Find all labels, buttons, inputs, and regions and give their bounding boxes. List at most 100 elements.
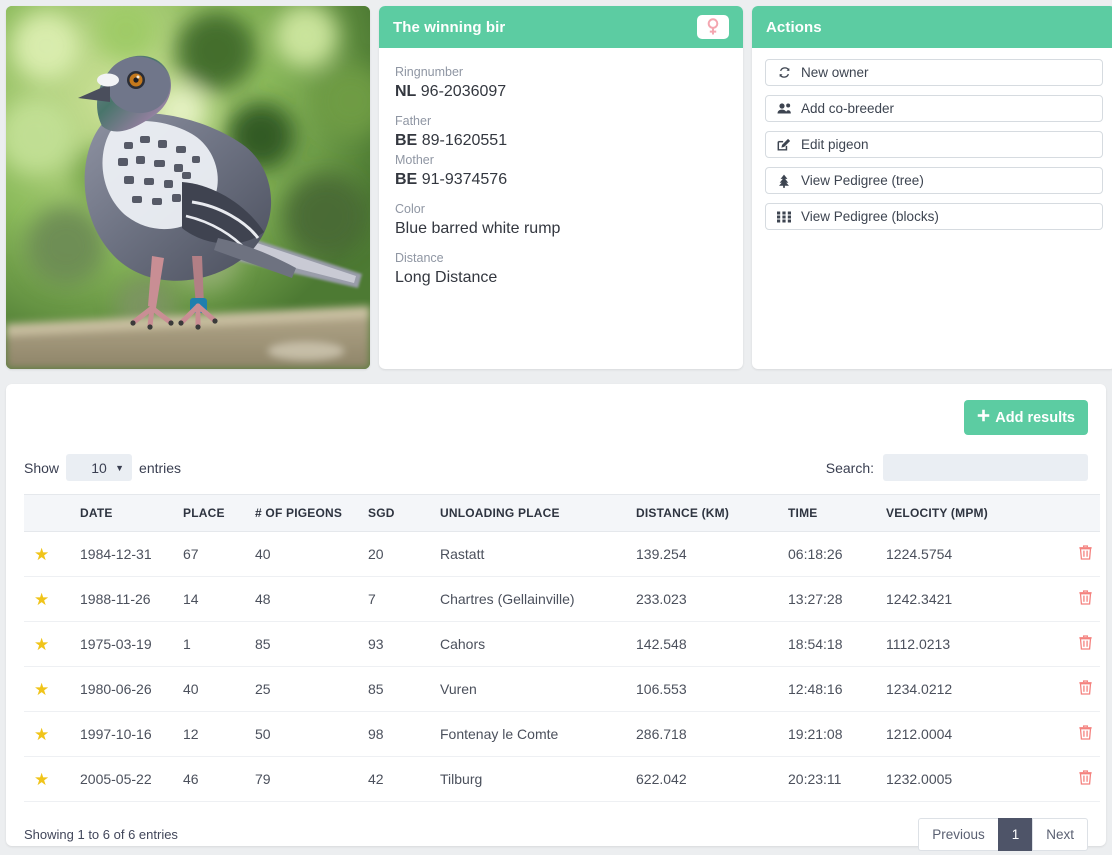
star-icon[interactable]: ★ [34, 590, 49, 609]
cell-time: 13:27:28 [788, 576, 886, 622]
cell-sgd: 85 [368, 666, 440, 712]
search-label: Search: [825, 459, 874, 476]
view-pedigree-blocks-button[interactable]: View Pedigree (blocks) [765, 203, 1103, 230]
pigeon-photo [6, 6, 370, 369]
cell-delete[interactable] [1046, 756, 1100, 802]
cell-sgd: 20 [368, 531, 440, 577]
cell-pigeons: 50 [255, 711, 368, 757]
col-unloading[interactable]: UNLOADING PLACE [440, 494, 636, 532]
cell-velocity: 1224.5754 [886, 531, 1046, 577]
cell-star[interactable]: ★ [24, 666, 80, 712]
results-table: DATE PLACE # OF PIGEONS SGD UNLOADING PL… [24, 494, 1100, 802]
table-row: ★ 1975-03-19 1 85 93 Cahors 142.548 18:5… [24, 621, 1100, 667]
search-input[interactable] [883, 454, 1088, 481]
col-pigeons[interactable]: # OF PIGEONS [255, 494, 368, 532]
cell-distance: 286.718 [636, 711, 788, 757]
cell-unloading: Rastatt [440, 531, 636, 577]
cell-velocity: 1242.3421 [886, 576, 1046, 622]
new-owner-button[interactable]: New owner [765, 59, 1103, 86]
action-label: Edit pigeon [801, 137, 869, 152]
star-icon[interactable]: ★ [34, 725, 49, 744]
pagination-page-1[interactable]: 1 [997, 818, 1033, 851]
cell-date: 1988-11-26 [80, 576, 183, 622]
cell-place: 67 [183, 531, 255, 577]
cell-star[interactable]: ★ [24, 576, 80, 622]
trash-icon[interactable] [1079, 545, 1092, 563]
actions-header: Actions [752, 6, 1112, 48]
grid-icon [776, 211, 792, 223]
pigeon-detail-body: Ringnumber NL 96-2036097 Father BE 89-16… [379, 48, 743, 369]
actions-title: Actions [766, 18, 822, 36]
field-label: Color [395, 202, 425, 216]
star-icon[interactable]: ★ [34, 770, 49, 789]
table-row: ★ 1988-11-26 14 48 7 Chartres (Gellainvi… [24, 576, 1100, 622]
cell-star[interactable]: ★ [24, 531, 80, 577]
cell-time: 20:23:11 [788, 756, 886, 802]
star-icon[interactable]: ★ [34, 680, 49, 699]
view-pedigree-tree-button[interactable]: View Pedigree (tree) [765, 167, 1103, 194]
field-value: Blue barred white rump [395, 220, 561, 237]
cell-delete[interactable] [1046, 711, 1100, 757]
chevron-down-icon: ▼ [115, 462, 125, 473]
star-icon[interactable]: ★ [34, 545, 49, 564]
top-panels-row: The winning bir Ringnumber NL 96-2036097… [0, 0, 1112, 375]
col-sgd[interactable]: SGD [368, 494, 440, 532]
trash-icon[interactable] [1079, 770, 1092, 788]
entries-info: Showing 1 to 6 of 6 entries [24, 827, 178, 842]
col-distance[interactable]: DISTANCE (KM) [636, 494, 788, 532]
cell-unloading: Tilburg [440, 756, 636, 802]
field-color: Color Blue barred white rump [395, 201, 727, 240]
add-results-button[interactable]: Add results [964, 400, 1088, 435]
trash-icon[interactable] [1079, 590, 1092, 608]
cell-delete[interactable] [1046, 666, 1100, 712]
cell-time: 19:21:08 [788, 711, 886, 757]
add-results-row: Add results [24, 400, 1088, 435]
female-icon[interactable] [697, 15, 729, 39]
cell-time: 06:18:26 [788, 531, 886, 577]
pigeon-detail-title: The winning bir [393, 18, 506, 36]
cell-unloading: Vuren [440, 666, 636, 712]
page-size-select[interactable]: 10 ▼ [66, 454, 133, 481]
action-label: View Pedigree (blocks) [801, 209, 939, 224]
table-row: ★ 1984-12-31 67 40 20 Rastatt 139.254 06… [24, 531, 1100, 577]
cell-unloading: Cahors [440, 621, 636, 667]
cell-star[interactable]: ★ [24, 621, 80, 667]
cell-delete[interactable] [1046, 531, 1100, 577]
action-label: New owner [801, 65, 869, 80]
col-actions [1046, 494, 1100, 532]
show-entries-control: Show 10 ▼ entries [24, 454, 181, 481]
trash-icon[interactable] [1079, 680, 1092, 698]
plus-icon [977, 409, 990, 426]
col-date[interactable]: DATE [80, 494, 183, 532]
cell-star[interactable]: ★ [24, 711, 80, 757]
cell-star[interactable]: ★ [24, 756, 80, 802]
add-co-breeder-button[interactable]: Add co-breeder [765, 95, 1103, 122]
cell-velocity: 1112.0213 [886, 621, 1046, 667]
edit-pigeon-button[interactable]: Edit pigeon [765, 131, 1103, 158]
field-father: Father BE 89-1620551 [395, 113, 727, 152]
pagination-previous[interactable]: Previous [918, 818, 998, 851]
cell-sgd: 42 [368, 756, 440, 802]
field-value: BE 89-1620551 [395, 130, 727, 152]
cell-velocity: 1212.0004 [886, 711, 1046, 757]
col-place[interactable]: PLACE [183, 494, 255, 532]
field-mother: Mother BE 91-9374576 [395, 152, 727, 191]
cell-distance: 139.254 [636, 531, 788, 577]
cell-delete[interactable] [1046, 576, 1100, 622]
cell-unloading: Chartres (Gellainville) [440, 576, 636, 622]
cell-pigeons: 85 [255, 621, 368, 667]
trash-icon[interactable] [1079, 725, 1092, 743]
pagination-next[interactable]: Next [1032, 818, 1088, 851]
country-code: NL [395, 83, 417, 100]
cell-delete[interactable] [1046, 621, 1100, 667]
col-time[interactable]: TIME [788, 494, 886, 532]
star-icon[interactable]: ★ [34, 635, 49, 654]
table-footer: Showing 1 to 6 of 6 entries Previous 1 N… [24, 818, 1088, 851]
cell-distance: 233.023 [636, 576, 788, 622]
cell-date: 1980-06-26 [80, 666, 183, 712]
col-star[interactable] [24, 494, 80, 532]
country-code: BE [395, 132, 418, 149]
trash-icon[interactable] [1079, 635, 1092, 653]
col-velocity[interactable]: VELOCITY (MPM) [886, 494, 1046, 532]
results-table-body: ★ 1984-12-31 67 40 20 Rastatt 139.254 06… [24, 531, 1100, 802]
